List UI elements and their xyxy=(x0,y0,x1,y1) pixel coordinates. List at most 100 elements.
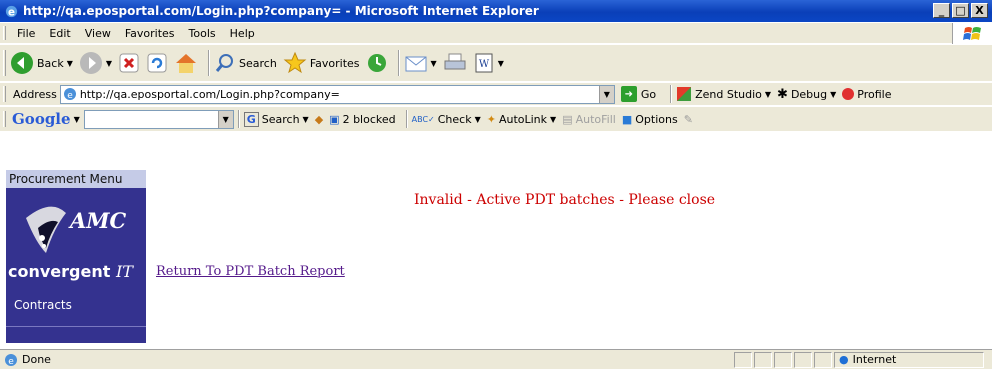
svg-text:e: e xyxy=(8,357,14,367)
favorites-button[interactable]: Favorites xyxy=(283,51,360,75)
autofill-button[interactable]: ▤ AutoFill xyxy=(562,113,616,126)
menu-help[interactable]: Help xyxy=(223,27,262,40)
procurement-menu-title: Procurement Menu xyxy=(6,170,146,188)
google-search-input[interactable]: ▼ xyxy=(83,109,234,129)
google-logo[interactable]: Google xyxy=(12,110,71,128)
maximize-button[interactable]: □ xyxy=(952,3,969,18)
forward-dropdown-icon[interactable]: ▼ xyxy=(106,59,112,68)
refresh-button[interactable] xyxy=(146,52,168,74)
search-label: Search xyxy=(239,56,277,70)
google-search-button[interactable]: G Search ▼ xyxy=(243,111,309,127)
blocked-label: 2 blocked xyxy=(342,112,396,126)
debug-button[interactable]: ✱ Debug ▼ xyxy=(777,87,836,102)
check-dropdown-icon[interactable]: ▼ xyxy=(475,115,481,124)
zend-dropdown-icon[interactable]: ▼ xyxy=(765,90,771,99)
menu-edit[interactable]: Edit xyxy=(42,27,77,40)
back-arrow-icon xyxy=(11,52,33,74)
status-panel xyxy=(814,351,832,368)
history-button[interactable] xyxy=(366,52,388,74)
toolbar-grip[interactable] xyxy=(3,50,6,76)
return-to-pdt-batch-report-link[interactable]: Return To PDT Batch Report xyxy=(156,264,345,279)
windows-flag-icon xyxy=(952,23,992,45)
status-bar: e Done ● Internet xyxy=(0,349,992,369)
autolink-dropdown-icon[interactable]: ▼ xyxy=(550,115,556,124)
print-button[interactable] xyxy=(443,52,467,74)
debug-bug-icon: ✱ xyxy=(777,86,788,102)
address-dropdown-icon[interactable]: ▼ xyxy=(598,85,614,103)
address-input[interactable]: e http://qa.eposportal.com/Login.php?com… xyxy=(59,84,615,104)
options-icon: ■ xyxy=(621,112,633,126)
highlighter-pen-icon: ✎ xyxy=(683,112,693,126)
google-separator xyxy=(237,110,240,128)
svg-text:W: W xyxy=(479,59,490,70)
refresh-icon xyxy=(147,53,167,73)
svg-text:e: e xyxy=(67,91,73,101)
page-done-icon: e xyxy=(5,353,17,367)
toolbar-separator xyxy=(208,50,211,76)
google-separator xyxy=(405,110,408,128)
autofill-icon: ▤ xyxy=(562,112,573,126)
spellcheck-icon: ABC✓ xyxy=(411,114,435,124)
search-button[interactable]: Search xyxy=(214,52,277,74)
zone-text: Internet xyxy=(852,353,897,366)
spellcheck-button[interactable]: ABC✓ Check ▼ xyxy=(412,113,481,126)
google-toolbar: Google ▼ ▼ G Search ▼ ◆ ▣ 2 blocked ABC✓… xyxy=(0,106,992,132)
status-panel xyxy=(734,351,752,368)
autolink-button[interactable]: ✦ AutoLink ▼ xyxy=(487,113,556,126)
pagerank-icon: ◆ xyxy=(314,112,324,126)
edit-word-button[interactable]: W ▼ xyxy=(473,52,504,74)
sidebar-item-contracts[interactable]: Contracts xyxy=(14,298,72,312)
google-grip[interactable] xyxy=(3,110,6,128)
home-icon xyxy=(176,54,197,73)
popup-blocker-button[interactable]: ▣ 2 blocked xyxy=(329,113,395,126)
google-search-options-icon[interactable]: ▼ xyxy=(303,115,309,124)
go-button[interactable]: ➜ Go xyxy=(620,86,656,102)
profile-label: Profile xyxy=(857,87,892,101)
close-button[interactable]: X xyxy=(971,3,988,18)
address-bar: Address e http://qa.eposportal.com/Login… xyxy=(0,82,992,106)
address-separator xyxy=(670,85,673,103)
menu-bar: File Edit View Favorites Tools Help xyxy=(0,22,992,45)
page-icon: e xyxy=(63,88,76,101)
profile-button[interactable]: Profile xyxy=(842,88,891,101)
google-search-dropdown-icon[interactable]: ▼ xyxy=(217,110,233,128)
sidebar-divider xyxy=(6,326,146,327)
menu-grip[interactable] xyxy=(3,26,6,40)
check-label: Check xyxy=(437,112,472,126)
popup-blocked-icon: ▣ xyxy=(329,112,340,126)
menu-tools[interactable]: Tools xyxy=(182,27,223,40)
forward-button[interactable]: ▼ xyxy=(79,51,112,75)
mail-button[interactable]: ▼ xyxy=(404,52,437,74)
autofill-label: AutoFill xyxy=(575,112,616,126)
pagerank-button[interactable]: ◆ xyxy=(315,113,323,126)
title-bar: e http://qa.eposportal.com/Login.php?com… xyxy=(0,0,992,22)
status-text: Done xyxy=(22,353,51,366)
minimize-button[interactable]: _ xyxy=(933,3,950,18)
zend-studio-button[interactable]: Zend Studio ▼ xyxy=(676,86,771,102)
favorites-label: Favorites xyxy=(309,56,360,70)
menu-file[interactable]: File xyxy=(10,27,42,40)
autolink-wand-icon: ✦ xyxy=(486,112,496,126)
back-dropdown-icon[interactable]: ▼ xyxy=(67,59,73,68)
status-panel xyxy=(794,351,812,368)
menu-favorites[interactable]: Favorites xyxy=(118,27,182,40)
mail-dropdown-icon[interactable]: ▼ xyxy=(431,59,437,68)
home-button[interactable] xyxy=(174,52,198,74)
stop-button[interactable] xyxy=(118,52,140,74)
highlight-button[interactable]: ✎ xyxy=(684,113,693,126)
options-label: Options xyxy=(635,112,678,126)
google-options-button[interactable]: ■ Options xyxy=(622,113,678,126)
internet-explorer-icon: e xyxy=(5,5,18,18)
back-label: Back xyxy=(37,56,64,70)
address-grip[interactable] xyxy=(3,86,6,102)
edit-dropdown-icon[interactable]: ▼ xyxy=(498,59,504,68)
security-zone[interactable]: ● Internet xyxy=(834,351,984,368)
zend-icon xyxy=(677,87,692,101)
back-button[interactable]: Back ▼ xyxy=(10,51,73,75)
google-menu-dropdown-icon[interactable]: ▼ xyxy=(74,115,80,124)
print-icon xyxy=(444,53,466,70)
debug-dropdown-icon[interactable]: ▼ xyxy=(830,90,836,99)
globe-icon: ● xyxy=(839,353,849,366)
status-panel xyxy=(774,351,792,368)
menu-view[interactable]: View xyxy=(78,27,118,40)
